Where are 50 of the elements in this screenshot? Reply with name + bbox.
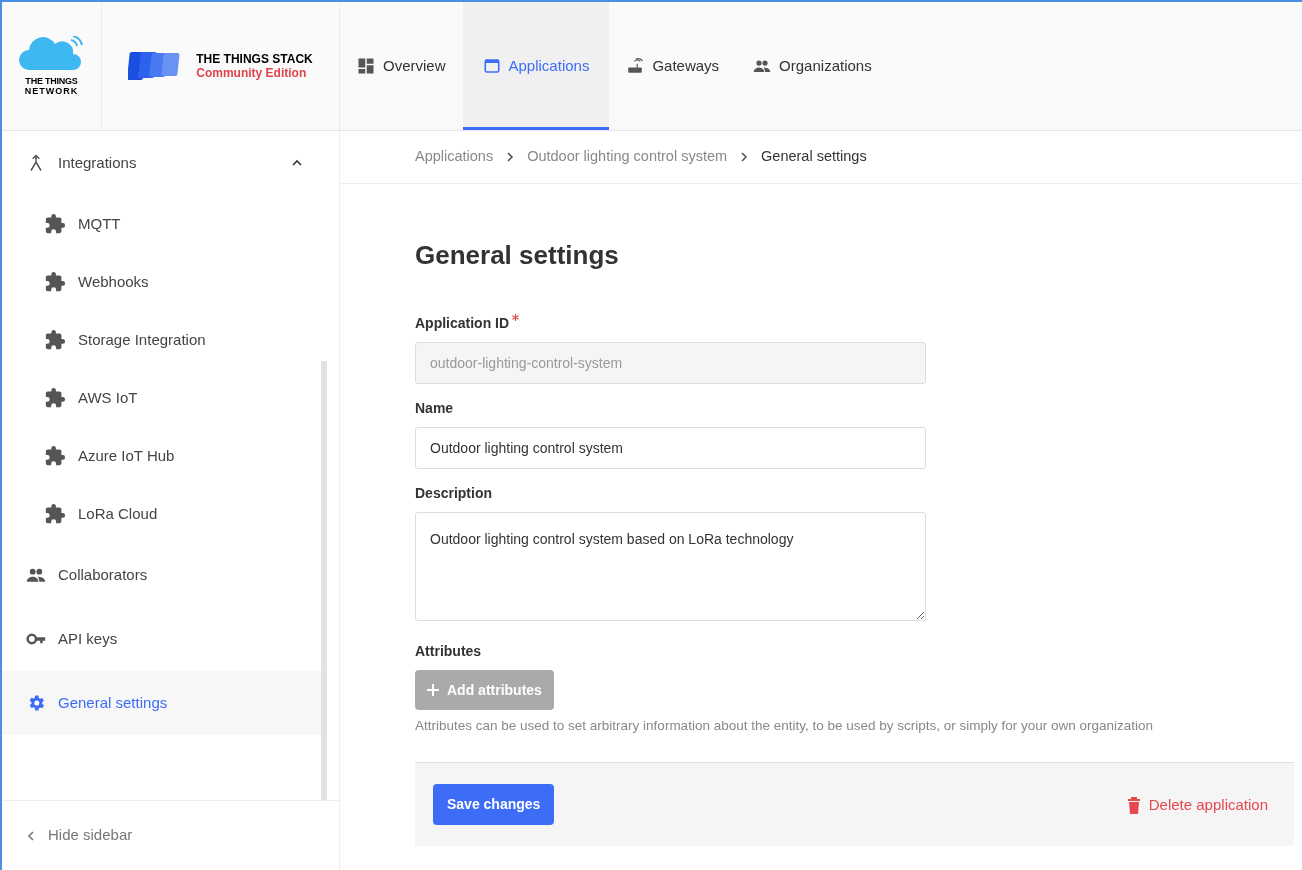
puzzle-icon [44,387,66,409]
hide-sidebar-button[interactable]: Hide sidebar [26,824,133,847]
sidebar-item[interactable]: Azure IoT Hub [2,427,321,485]
sidebar-item[interactable]: Webhooks [2,253,321,311]
grid-icon [357,57,375,75]
field-label: Name [415,399,454,418]
window-icon [482,57,501,75]
puzzle-icon [44,329,66,351]
puzzle-icon [44,213,66,235]
sidebar-item[interactable]: Integrations [2,131,321,195]
sidebar-item[interactable]: General settings [2,671,321,735]
nav-tab[interactable]: Overview [340,2,463,130]
nav-tab[interactable]: Organizations [736,2,889,130]
text-area[interactable]: Outdoor lighting control system based on LoRa technology [415,512,926,621]
required-icon [512,314,520,321]
save-button[interactable]: Save changes [433,784,555,826]
scrollbar[interactable] [321,361,327,800]
puzzle-icon [44,271,66,293]
logo-title: THE THINGS STACK [196,52,313,66]
people-icon [753,57,772,75]
router-icon [626,57,645,75]
puzzle-icon [44,445,66,467]
field-label: Application ID [415,314,510,333]
field-label: Description [415,484,492,503]
sidebar-item[interactable]: Collaborators [2,543,321,607]
cloud-logo-icon [18,36,85,72]
sidebar-item[interactable]: API keys [2,607,321,671]
logo-subtitle: Community Edition [196,66,308,80]
chevron-left-icon [26,829,36,842]
nav-tab[interactable]: Gateways [609,2,737,130]
breadcrumb: General settings [761,147,867,167]
chevron-right-icon [739,151,750,163]
plus-icon [427,684,439,696]
logo-text: THE THINGS [25,76,78,86]
chevron-right-icon [505,151,516,163]
puzzle-icon [44,503,66,525]
trash-icon [1126,795,1141,814]
logo-text: NETWORK [24,86,79,96]
page-title: General settings [415,239,620,272]
input-field[interactable]: Outdoor lighting control system [415,427,926,469]
sidebar-item[interactable]: AWS IoT [2,369,321,427]
field-label: Attributes [415,642,483,661]
hint-text: Attributes can be used to set arbitrary information about the entity, to be used by scripts, or simply for your own organization [415,717,1155,735]
sidebar-item[interactable]: LoRa Cloud [2,485,321,543]
nav-tab[interactable]: Applications [462,2,610,130]
breadcrumb[interactable]: Applications [415,146,494,168]
sidebar-item[interactable]: Storage Integration [2,311,321,369]
breadcrumb[interactable]: Outdoor lighting control system [527,146,728,168]
delete-button[interactable]: Delete application [1126,793,1268,816]
sidebar-item[interactable]: MQTT [2,195,321,253]
